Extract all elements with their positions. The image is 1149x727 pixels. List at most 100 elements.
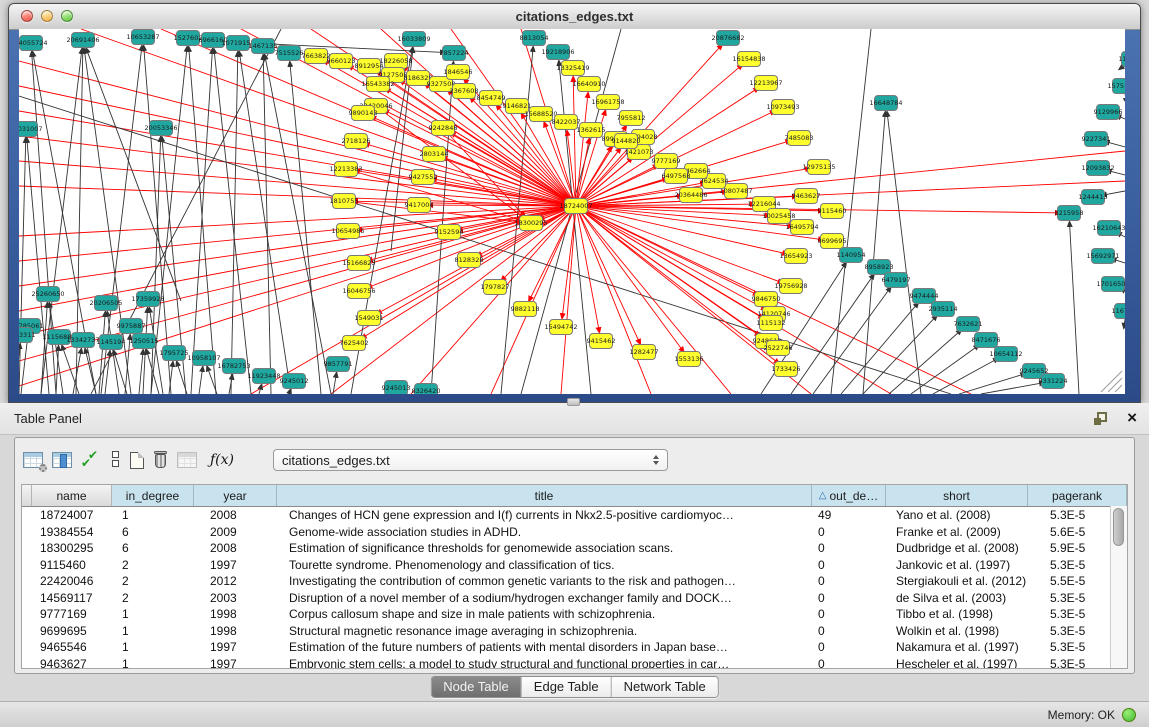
table-row[interactable]: 977716911998Corpus callosum shape and si… [22,606,1127,623]
graph-node-label: 20053346 [144,124,177,132]
unselect-rows-icon[interactable] [112,451,121,469]
cell-year: 1998 [194,624,277,638]
resize-grip-icon[interactable] [1108,378,1122,392]
graph-node-label: 6479197 [882,276,911,284]
graph-node-label: 15688520 [524,110,557,118]
table-row[interactable]: 946362711997Embryonic stem cells: a mode… [22,656,1127,670]
graph-node-label: 1117442 [1119,55,1125,63]
graph-edge [1124,319,1125,324]
column-label: name [56,489,86,503]
graph-node-label: 9882118 [511,305,540,313]
table-row[interactable]: 946554611997Estimation of the future num… [22,639,1127,656]
cell-in_degree: 6 [112,525,194,539]
graph-node-label: 9146821 [503,102,532,110]
close-button[interactable] [21,10,33,22]
cell-title: Changes of HCN gene expression and I(f) … [277,508,812,522]
cell-out: 0 [812,657,886,669]
column-header-gutter[interactable] [22,485,32,506]
graph-node-label: 8958923 [865,263,894,271]
tab-edge-table[interactable]: Edge Table [522,677,612,697]
graph-edge [911,348,975,394]
graph-node-label: 9846750 [752,295,781,303]
column-header-year[interactable]: year [194,485,277,506]
graph-node-label: 7632621 [954,320,983,328]
vertical-scrollbar[interactable] [1110,506,1127,668]
float-panel-icon[interactable] [1097,412,1107,422]
cell-short: Jankovic et al. (1997) [886,558,1028,572]
graph-node-label: 16046756 [342,287,375,295]
table-row[interactable]: 1830029562008Estimation of significance … [22,540,1127,557]
show-columns-icon[interactable] [52,452,72,468]
table-row[interactable]: 1938455462009Genome-wide association stu… [22,524,1127,541]
graph-node-label: 3913311 [19,331,35,339]
zoom-button[interactable] [61,10,73,22]
graph-edge [27,142,49,394]
graph-node-label: 7955812 [617,114,646,122]
graph-node-label: 9245012 [280,377,309,385]
cell-short: de Silva et al. (2003) [886,591,1028,605]
cell-year: 1997 [194,640,277,654]
window-titlebar[interactable]: citations_edges.txt [9,4,1140,30]
cell-in_degree: 1 [112,508,194,522]
table-row[interactable]: 1456911722003Disruption of a novel membe… [22,590,1127,607]
graph-node-label: 25260650 [31,290,64,298]
graph-edge [263,59,271,394]
table-row[interactable]: 2242004622012Investigating the contribut… [22,573,1127,590]
column-header-in_degree[interactable]: in_degree [112,485,194,506]
table-settings-icon[interactable] [23,452,43,468]
graph-node-label: 19756928 [774,282,807,290]
column-header-pagerank[interactable]: pagerank [1028,485,1127,506]
graph-node-label: 20031007 [19,125,43,133]
graph-node-label: 16782753 [217,362,250,370]
cell-in_degree: 6 [112,541,194,555]
cell-name: 9115460 [32,558,112,572]
select-all-icon[interactable]: ✔✔ [81,451,103,469]
graph-node-label: 8128328 [455,256,484,264]
split-handle[interactable] [567,398,580,406]
column-header-name[interactable]: name [32,485,112,506]
cell-name: 18300295 [32,541,112,555]
tab-network-table[interactable]: Network Table [612,677,718,697]
network-canvas[interactable]: 1872400718300295140557242069140610653287… [19,29,1125,394]
cell-year: 2008 [194,508,277,522]
table-row[interactable]: 1872400712008Changes of HCN gene express… [22,507,1127,524]
graph-node-label: 8326420 [412,387,441,394]
graph-node-label: 1797827 [481,283,510,291]
function-builder-icon[interactable]: ƒ(x) [206,452,234,468]
new-table-icon[interactable] [130,452,144,469]
table-panel: ✔✔ ƒ(x) citations_edges.txt name in_degre… [14,437,1135,674]
cell-short: Yano et al. (2008) [886,508,1028,522]
cell-in_degree: 1 [112,657,194,669]
memory-ok-icon [1122,708,1136,722]
graph-node-label: 16154838 [732,55,765,63]
delete-table-icon[interactable] [153,451,168,469]
column-header-title[interactable]: title [277,485,812,506]
graph-node-label: 1282477 [630,348,659,356]
minimize-button[interactable] [41,10,53,22]
graph-node-label: 9857791 [324,360,353,368]
resize-grip-icon[interactable] [1115,385,1122,392]
column-header-out[interactable]: △out_de… [812,485,886,506]
graph-node-label: 13325419 [556,64,589,72]
cell-short: Wolkin et al. (1998) [886,624,1028,638]
column-label: pagerank [1052,489,1102,503]
table-selector-dropdown[interactable]: citations_edges.txt [273,449,668,471]
graph-edge [933,360,995,394]
cell-out: 0 [812,624,886,638]
graph-edge [576,206,760,316]
graph-node-label: 16961758 [591,98,624,106]
graph-edge [1106,191,1125,195]
scrollbar-thumb[interactable] [1113,508,1124,546]
table-row[interactable]: 911546021997Tourette syndrome. Phenomeno… [22,557,1127,574]
table-row[interactable]: 969969511998Structural magnetic resonanc… [22,623,1127,640]
graph-node-label: 12975135 [802,163,835,171]
column-header-short[interactable]: short [886,485,1028,506]
graph-edge [105,355,110,394]
cell-year: 1998 [194,607,277,621]
table-body: 1872400712008Changes of HCN gene express… [22,507,1127,669]
graph-edge [191,53,212,394]
tab-node-table[interactable]: Node Table [431,677,522,697]
graph-node-label: 18226058 [379,57,412,65]
close-panel-icon[interactable]: × [1127,406,1137,430]
cell-title: Estimation of significance thresholds fo… [277,541,812,555]
